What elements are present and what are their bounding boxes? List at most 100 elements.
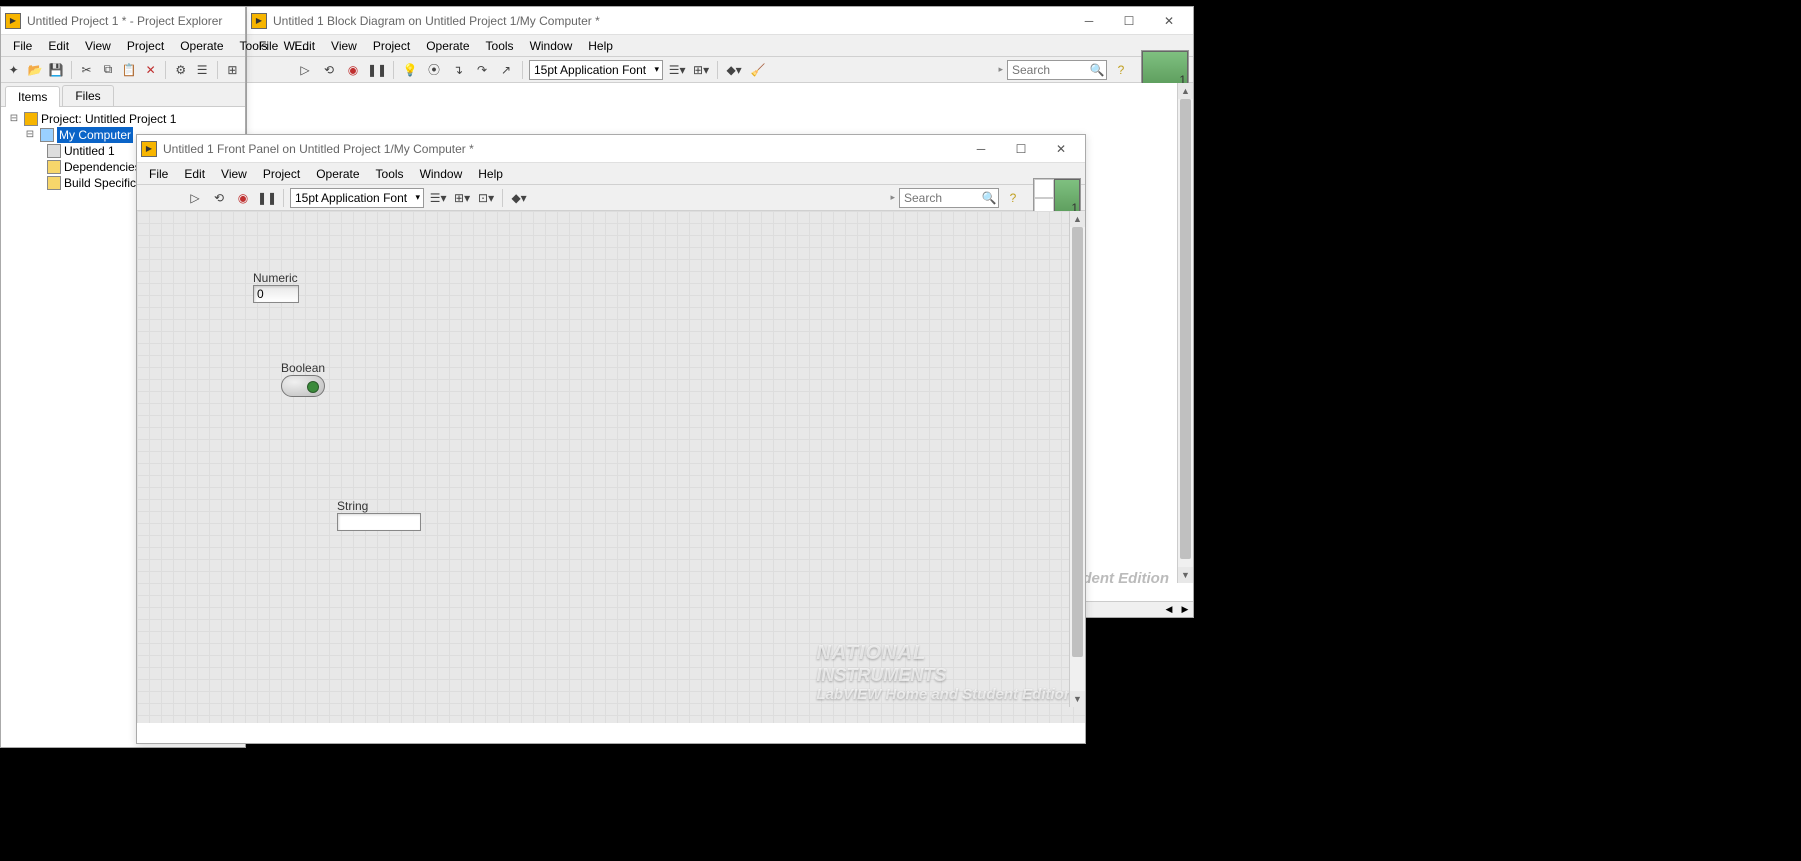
menu-tools[interactable]: Tools bbox=[368, 165, 412, 183]
copy-button[interactable]: ⧉ bbox=[99, 60, 116, 80]
scroll-thumb[interactable] bbox=[1180, 99, 1191, 559]
menu-operate[interactable]: Operate bbox=[418, 37, 477, 55]
abort-button[interactable]: ◉ bbox=[343, 60, 363, 80]
menu-help[interactable]: Help bbox=[470, 165, 511, 183]
paste-button[interactable]: 📋 bbox=[121, 60, 138, 80]
run-continuous-button[interactable]: ⟲ bbox=[209, 188, 229, 208]
menu-window-clipped[interactable]: Wi… bbox=[276, 37, 318, 55]
menu-view[interactable]: View bbox=[323, 37, 365, 55]
scroll-up-button[interactable]: ▲ bbox=[1070, 211, 1085, 227]
menu-edit[interactable]: Edit bbox=[40, 37, 77, 55]
front-panel-titlebar[interactable]: Untitled 1 Front Panel on Untitled Proje… bbox=[137, 135, 1085, 163]
watermark-line2: INSTRUMENTS bbox=[816, 665, 1073, 686]
menu-edit[interactable]: Edit bbox=[176, 165, 213, 183]
align-menu[interactable]: ☰▾ bbox=[428, 188, 448, 208]
font-selector[interactable]: 15pt Application Font bbox=[529, 60, 663, 80]
scroll-thumb[interactable] bbox=[1072, 227, 1083, 657]
tree-my-computer-label: My Computer bbox=[57, 127, 133, 143]
menu-file[interactable]: File bbox=[141, 165, 176, 183]
numeric-value: 0 bbox=[257, 287, 264, 301]
open-button[interactable]: 📂 bbox=[26, 60, 43, 80]
project-explorer-titlebar[interactable]: Untitled Project 1 * - Project Explorer bbox=[1, 7, 245, 35]
cleanup-button[interactable]: 🧹 bbox=[748, 60, 768, 80]
retain-wire-button[interactable]: ⦿ bbox=[424, 60, 444, 80]
search-icon[interactable]: 🔍 bbox=[1088, 61, 1106, 79]
tree-root-label: Project: Untitled Project 1 bbox=[41, 111, 176, 127]
menu-view[interactable]: View bbox=[213, 165, 255, 183]
properties-button[interactable]: ☰ bbox=[193, 60, 210, 80]
search-box[interactable]: 🔍 bbox=[899, 188, 999, 208]
project-tabs: Items Files bbox=[1, 83, 245, 107]
menu-view[interactable]: View bbox=[77, 37, 119, 55]
scroll-down-button[interactable]: ▼ bbox=[1070, 691, 1085, 707]
search-icon[interactable]: 🔍 bbox=[980, 189, 998, 207]
abort-button[interactable]: ◉ bbox=[233, 188, 253, 208]
resize-menu[interactable]: ⊡▾ bbox=[476, 188, 496, 208]
save-button[interactable]: 💾 bbox=[48, 60, 65, 80]
menu-project[interactable]: Project bbox=[255, 165, 308, 183]
maximize-button[interactable]: ☐ bbox=[1001, 136, 1041, 162]
filter-button[interactable]: ⊞ bbox=[224, 60, 241, 80]
run-continuous-button[interactable]: ⟲ bbox=[319, 60, 339, 80]
step-out-button[interactable]: ↗ bbox=[496, 60, 516, 80]
pause-button[interactable]: ❚❚ bbox=[257, 188, 277, 208]
string-control[interactable] bbox=[337, 513, 421, 531]
reorder-menu[interactable]: ◆▾ bbox=[509, 188, 529, 208]
front-panel-canvas[interactable]: Numeric 0 Boolean String NATIONAL INSTRU… bbox=[137, 211, 1085, 723]
menu-window[interactable]: Window bbox=[412, 165, 471, 183]
scroll-right-button[interactable]: ▶ bbox=[1177, 604, 1193, 615]
run-button[interactable]: ▷ bbox=[295, 60, 315, 80]
close-button[interactable]: ✕ bbox=[1149, 8, 1189, 34]
tree-root[interactable]: ⊟ Project: Untitled Project 1 bbox=[7, 111, 239, 127]
scroll-up-button[interactable]: ▲ bbox=[1178, 83, 1193, 99]
vertical-scrollbar[interactable]: ▲ ▼ bbox=[1177, 83, 1193, 583]
close-button[interactable]: ✕ bbox=[1041, 136, 1081, 162]
distribute-menu[interactable]: ⊞▾ bbox=[691, 60, 711, 80]
maximize-button[interactable]: ☐ bbox=[1109, 8, 1149, 34]
tab-files[interactable]: Files bbox=[62, 85, 113, 106]
step-over-button[interactable]: ↷ bbox=[472, 60, 492, 80]
front-panel-toolbar: ▷ ⟲ ◉ ❚❚ 15pt Application Font ☰▾ ⊞▾ ⊡▾ … bbox=[137, 185, 1085, 211]
tree-dependencies-label: Dependencies bbox=[64, 159, 141, 175]
search-box[interactable]: 🔍 bbox=[1007, 60, 1107, 80]
step-into-button[interactable]: ↴ bbox=[448, 60, 468, 80]
numeric-label: Numeric bbox=[253, 271, 299, 285]
search-input[interactable] bbox=[900, 189, 980, 207]
vertical-scrollbar[interactable]: ▲ ▼ bbox=[1069, 211, 1085, 707]
menu-operate[interactable]: Operate bbox=[172, 37, 231, 55]
search-input[interactable] bbox=[1008, 61, 1088, 79]
menu-operate[interactable]: Operate bbox=[308, 165, 367, 183]
block-diagram-titlebar[interactable]: Untitled 1 Block Diagram on Untitled Pro… bbox=[247, 7, 1193, 35]
scroll-down-button[interactable]: ▼ bbox=[1178, 567, 1193, 583]
tree-vi-label: Untitled 1 bbox=[64, 143, 115, 159]
minimize-button[interactable]: ─ bbox=[1069, 8, 1109, 34]
menu-window[interactable]: Window bbox=[522, 37, 581, 55]
new-button[interactable]: ✦ bbox=[5, 60, 22, 80]
numeric-control[interactable]: 0 bbox=[253, 285, 299, 303]
scroll-left-button[interactable]: ◀ bbox=[1161, 604, 1177, 615]
tab-items[interactable]: Items bbox=[5, 86, 60, 107]
help-button[interactable]: ? bbox=[1111, 60, 1131, 80]
project-explorer-menubar: File Edit View Project Operate Tools Wi… bbox=[1, 35, 245, 57]
boolean-control[interactable] bbox=[281, 375, 325, 397]
run-button[interactable]: ▷ bbox=[185, 188, 205, 208]
align-menu[interactable]: ☰▾ bbox=[667, 60, 687, 80]
help-button[interactable]: ? bbox=[1003, 188, 1023, 208]
minimize-button[interactable]: ─ bbox=[961, 136, 1001, 162]
pause-button[interactable]: ❚❚ bbox=[367, 60, 387, 80]
menu-tools[interactable]: Tools bbox=[478, 37, 522, 55]
project-explorer-toolbar: ✦ 📂 💾 ✂ ⧉ 📋 ✕ ⚙ ☰ ⊞ bbox=[1, 57, 245, 83]
menu-project[interactable]: Project bbox=[365, 37, 418, 55]
menu-tools[interactable]: Tools bbox=[232, 37, 276, 55]
font-selector[interactable]: 15pt Application Font bbox=[290, 188, 424, 208]
boolean-label: Boolean bbox=[281, 361, 325, 375]
cut-button[interactable]: ✂ bbox=[78, 60, 95, 80]
reorder-menu[interactable]: ◆▾ bbox=[724, 60, 744, 80]
distribute-menu[interactable]: ⊞▾ bbox=[452, 188, 472, 208]
delete-button[interactable]: ✕ bbox=[142, 60, 159, 80]
highlight-execution-button[interactable]: 💡 bbox=[400, 60, 420, 80]
menu-file[interactable]: File bbox=[5, 37, 40, 55]
menu-help[interactable]: Help bbox=[580, 37, 621, 55]
menu-project[interactable]: Project bbox=[119, 37, 172, 55]
resolve-conflicts-button[interactable]: ⚙ bbox=[172, 60, 189, 80]
